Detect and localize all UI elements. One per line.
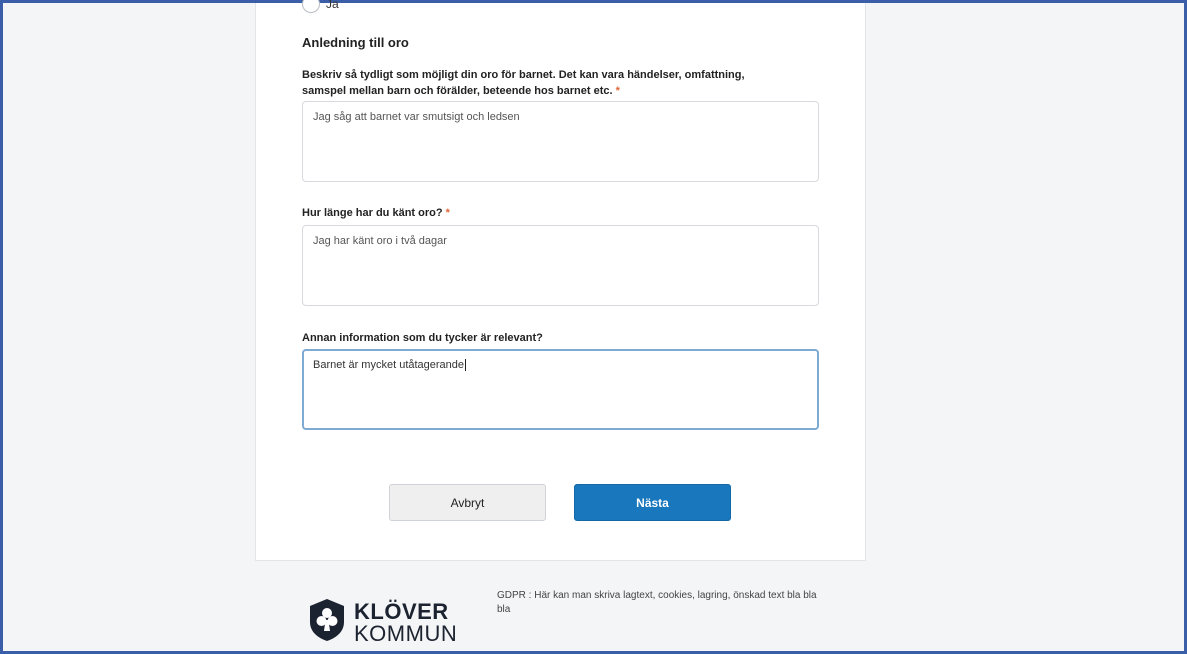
gdpr-text: GDPR : Här kan man skriva lagtext, cooki… <box>497 590 817 615</box>
required-mark: * <box>615 85 620 97</box>
duration-textarea[interactable]: Jag har känt oro i två dagar <box>302 225 819 306</box>
next-button[interactable]: Nästa <box>574 484 731 521</box>
logo-line1: KLÖVER <box>354 598 449 624</box>
radio-option-ja[interactable]: Ja <box>302 0 339 13</box>
other-info-value: Barnet är mycket utåtagerande <box>313 359 465 371</box>
kommun-logo: KLÖVER KOMMUN <box>308 598 457 647</box>
field-label-text: Hur länge har du känt oro? <box>302 207 443 219</box>
description-value: Jag såg att barnet var smutsigt och leds… <box>313 111 520 123</box>
field-label-line1: Beskriv så tydligt som möjligt din oro f… <box>302 69 745 81</box>
duration-value: Jag har känt oro i två dagar <box>313 235 447 247</box>
field-label-description: Beskriv så tydligt som möjligt din oro f… <box>302 67 745 99</box>
app-frame: Ja Anledning till oro Beskriv så tydligt… <box>0 0 1187 654</box>
text-caret <box>465 359 467 372</box>
club-shield-icon <box>308 598 346 647</box>
form-card: Ja Anledning till oro Beskriv så tydligt… <box>255 0 866 561</box>
cancel-button[interactable]: Avbryt <box>389 484 546 521</box>
field-label-text: Annan information som du tycker är relev… <box>302 332 543 344</box>
field-label-line2: samspel mellan barn och förälder, beteen… <box>302 85 613 97</box>
field-label-other-info: Annan information som du tycker är relev… <box>302 330 543 346</box>
section-title: Anledning till oro <box>302 35 409 50</box>
other-info-textarea[interactable]: Barnet är mycket utåtagerande <box>302 349 819 430</box>
description-textarea[interactable]: Jag såg att barnet var smutsigt och leds… <box>302 101 819 182</box>
logo-line2: KOMMUN <box>354 620 458 646</box>
field-label-duration: Hur länge har du känt oro? * <box>302 205 450 221</box>
required-mark: * <box>445 207 450 219</box>
radio-button[interactable] <box>302 0 320 13</box>
radio-label: Ja <box>326 0 339 11</box>
